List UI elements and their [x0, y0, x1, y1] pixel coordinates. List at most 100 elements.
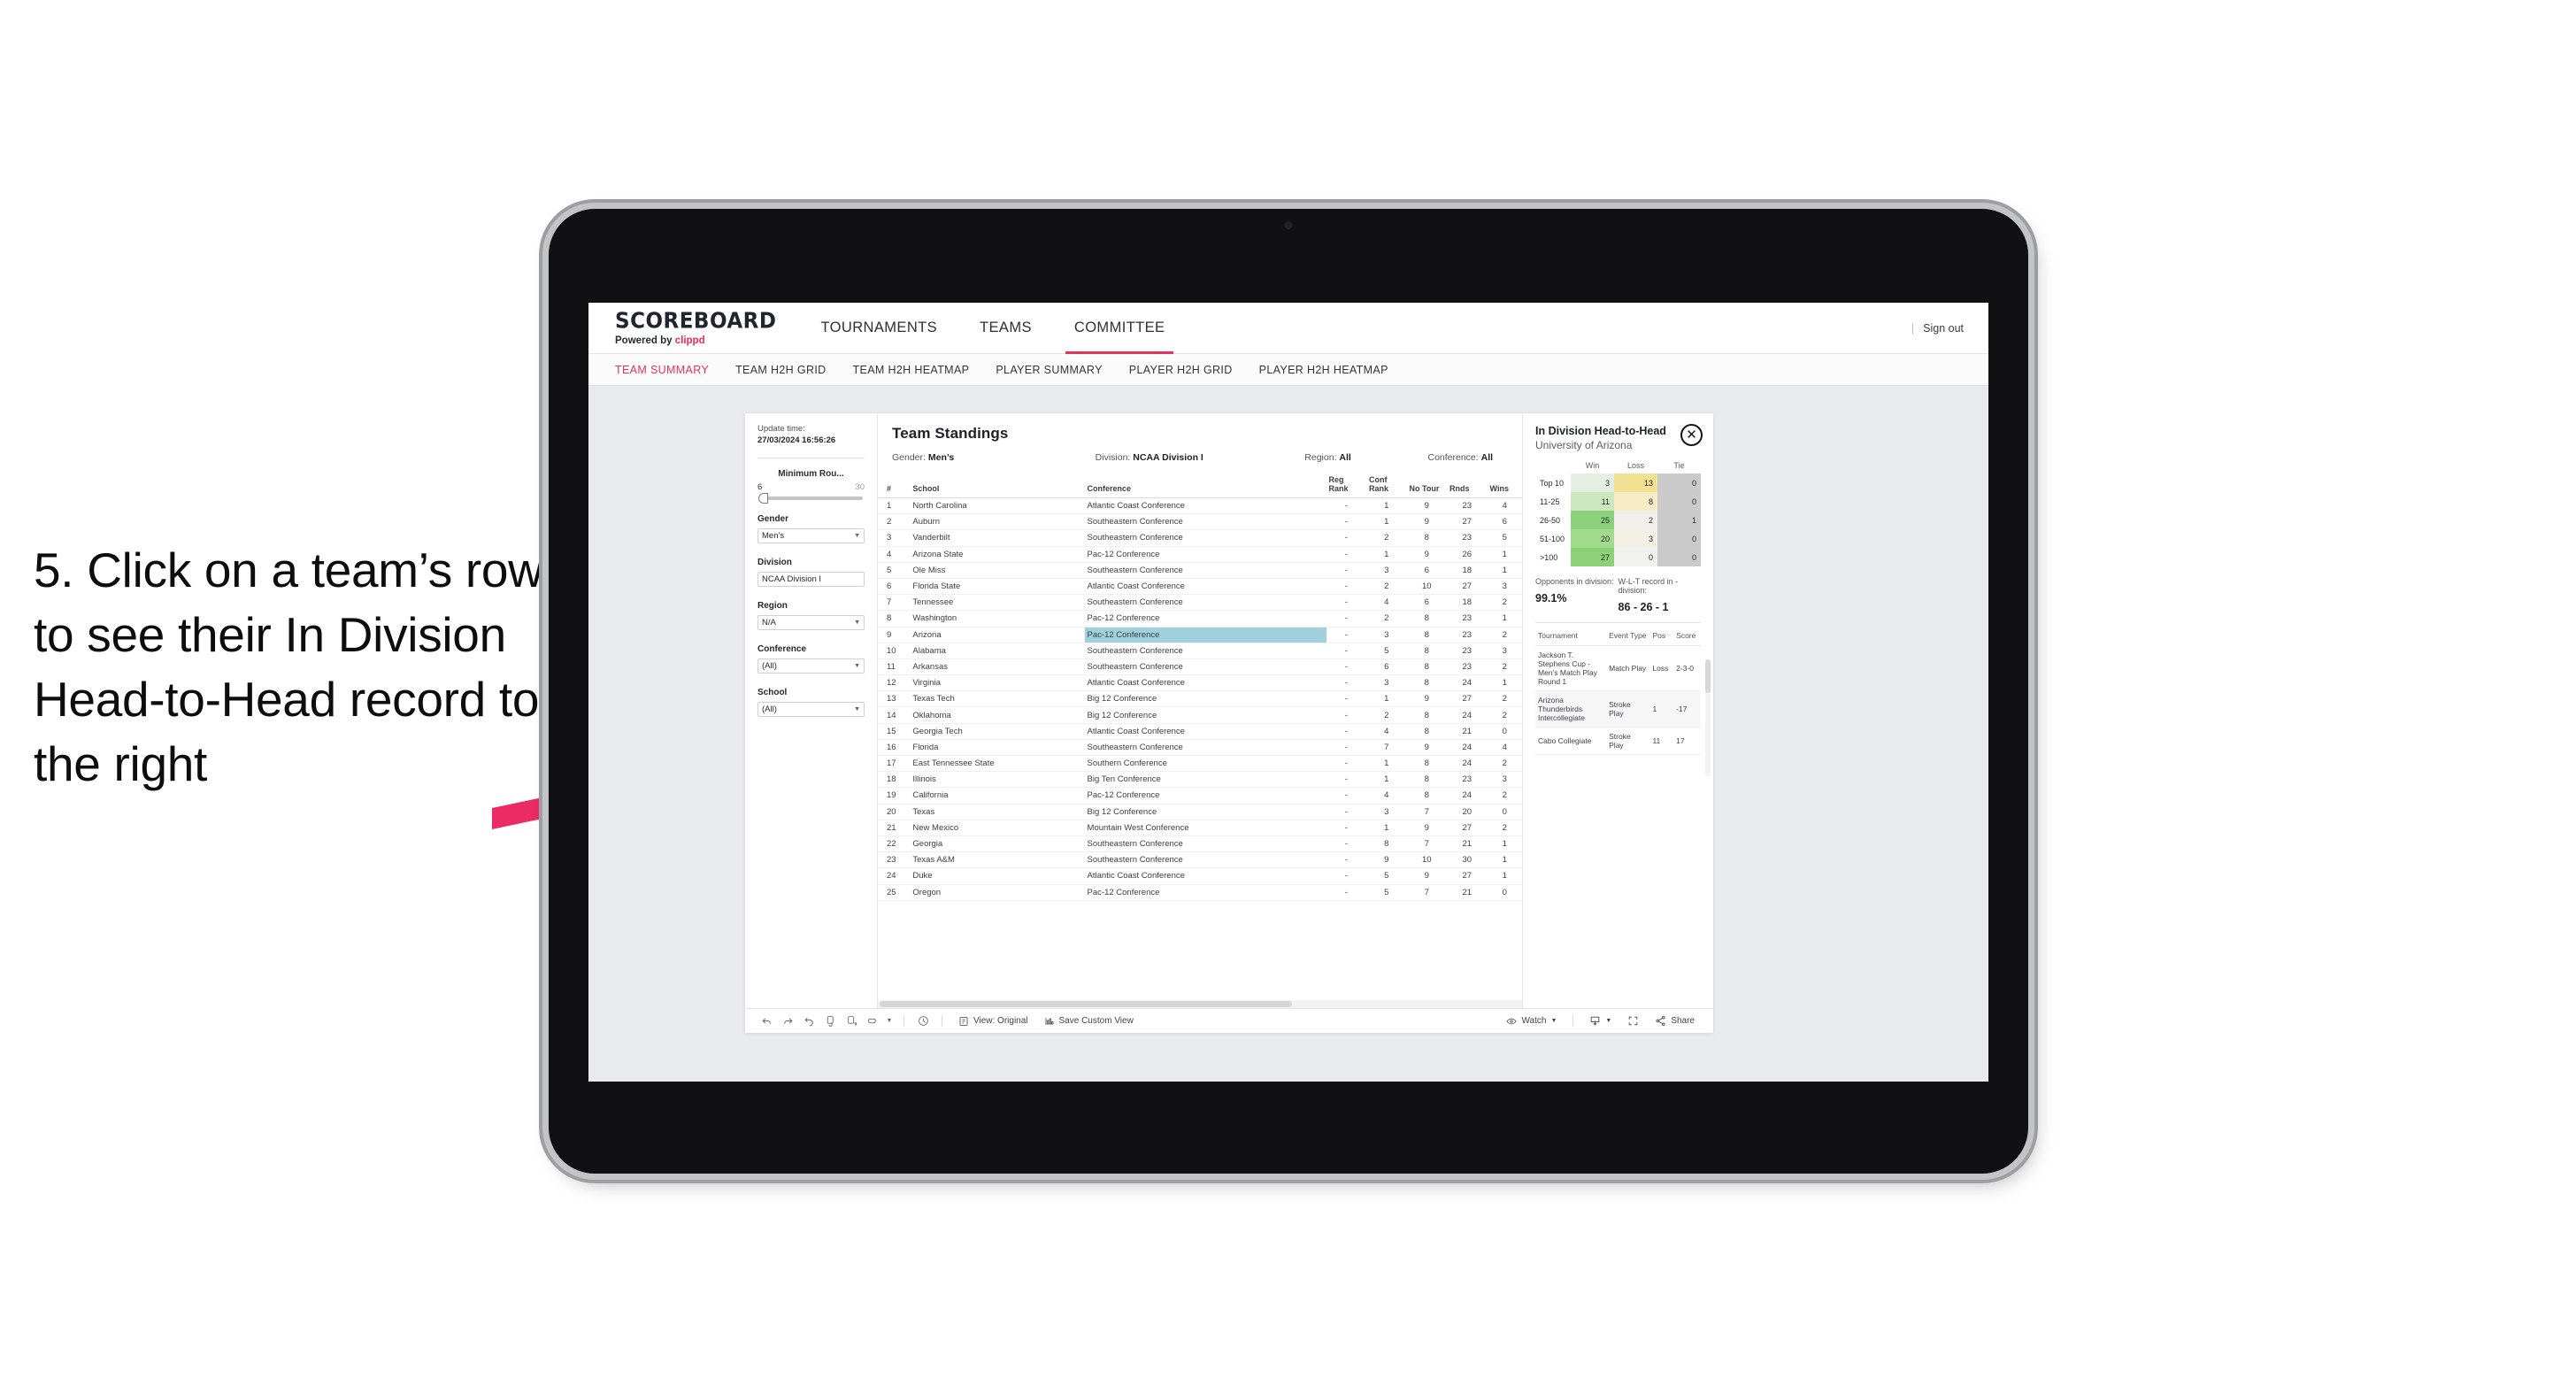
- view-original-button[interactable]: View: Original: [950, 1016, 1036, 1027]
- device-layout-icon[interactable]: [862, 1015, 883, 1027]
- share-button[interactable]: Share: [1647, 1015, 1703, 1027]
- col-wins[interactable]: Wins: [1487, 473, 1522, 498]
- col-rank[interactable]: #: [878, 473, 911, 498]
- table-row[interactable]: 22 Georgia Southeastern Conference -8 7 21 1: [878, 835, 1522, 853]
- table-row[interactable]: 20 Texas Big 12 Conference -3 7 20 0: [878, 804, 1522, 820]
- watch-button[interactable]: Watch ▼: [1498, 1016, 1565, 1027]
- cell-conference: Pac-12 Conference: [1084, 610, 1326, 628]
- chevron-down-icon: ▼: [1605, 1018, 1612, 1024]
- table-row[interactable]: 23 Texas A&M Southeastern Conference -9 10 30…: [878, 851, 1522, 869]
- heatmap-cell-win[interactable]: 20: [1571, 529, 1614, 548]
- close-icon[interactable]: ✕: [1680, 424, 1703, 446]
- tab-team-h2h-heatmap[interactable]: TEAM H2H HEATMAP: [853, 364, 970, 376]
- tab-player-summary[interactable]: PLAYER SUMMARY: [996, 364, 1102, 376]
- history-icon[interactable]: [912, 1015, 934, 1027]
- tab-team-h2h-grid[interactable]: TEAM H2H GRID: [735, 364, 826, 376]
- table-row[interactable]: 6 Florida State Atlantic Coast Conference -…: [878, 578, 1522, 596]
- table-row[interactable]: 15 Georgia Tech Atlantic Coast Conference -…: [878, 723, 1522, 740]
- tab-team-summary[interactable]: TEAM SUMMARY: [615, 364, 709, 376]
- table-row[interactable]: 9 Arizona Pac-12 Conference -3 8 23 2: [878, 627, 1522, 643]
- table-row[interactable]: 10 Alabama Southeastern Conference -5 8 23 3: [878, 643, 1522, 659]
- heatmap-cell-win[interactable]: 27: [1571, 548, 1614, 566]
- table-row[interactable]: 17 East Tennessee State Southern Conferenc…: [878, 755, 1522, 773]
- pause-auto-update-icon[interactable]: [841, 1015, 862, 1027]
- cell-conference: Southeastern Conference: [1084, 658, 1326, 676]
- redo-icon[interactable]: [777, 1015, 798, 1027]
- heatmap-cell-win[interactable]: 3: [1571, 474, 1614, 492]
- table-row[interactable]: 18 Illinois Big Ten Conference -1 8 23 3: [878, 771, 1522, 789]
- fullscreen-button[interactable]: [1619, 1015, 1647, 1027]
- horizontal-scrollbar-thumb[interactable]: [880, 1001, 1292, 1007]
- table-row[interactable]: 19 California Pac-12 Conference -4 8 24 2: [878, 787, 1522, 805]
- cell-school: California: [910, 787, 1085, 805]
- col-conference[interactable]: Conference: [1084, 473, 1326, 498]
- table-row[interactable]: 13 Texas Tech Big 12 Conference -1 9 27 2: [878, 690, 1522, 708]
- minimum-rounds-slider[interactable]: [758, 492, 863, 504]
- revert-icon[interactable]: [798, 1015, 819, 1027]
- col-conf-rank[interactable]: Conf Rank: [1366, 473, 1407, 498]
- heatmap-cell-tie[interactable]: 0: [1657, 492, 1701, 511]
- horizontal-scrollbar[interactable]: [878, 1000, 1522, 1008]
- conference-select-value: (All): [762, 660, 777, 671]
- table-row[interactable]: 16 Florida Southeastern Conference -7 9 24 4: [878, 739, 1522, 757]
- refresh-data-icon[interactable]: [819, 1015, 841, 1027]
- heatmap-cell-loss[interactable]: 2: [1614, 511, 1657, 529]
- table-row[interactable]: 25 Oregon Pac-12 Conference -5 7 21 0: [878, 884, 1522, 901]
- standings-header: Team Standings Gender: Men’s Division: N…: [878, 413, 1522, 473]
- heatmap-cell-tie[interactable]: 0: [1657, 474, 1701, 492]
- table-row[interactable]: 4 Arizona State Pac-12 Conference -1 9 26 1: [878, 546, 1522, 563]
- nav-item-committee[interactable]: COMMITTEE: [1053, 303, 1187, 354]
- slider-handle[interactable]: [758, 492, 768, 504]
- list-item[interactable]: Cabo Collegiate Stroke Play 11 17: [1535, 727, 1701, 755]
- table-row[interactable]: 24 Duke Atlantic Coast Conference -5 9 27 1: [878, 867, 1522, 885]
- heatmap-cell-loss[interactable]: 3: [1614, 529, 1657, 548]
- table-row[interactable]: 21 New Mexico Mountain West Conference -1 9 2…: [878, 820, 1522, 836]
- cell-rnds: 27: [1447, 820, 1488, 836]
- cell-wins: 2: [1487, 706, 1522, 724]
- download-button[interactable]: ▼: [1581, 1015, 1619, 1027]
- heatmap-cell-tie[interactable]: 1: [1657, 511, 1701, 529]
- gender-select[interactable]: Men’s ▼: [757, 527, 865, 543]
- tournament-scrollbar[interactable]: [1705, 659, 1711, 776]
- division-select[interactable]: NCAA Division I: [757, 571, 865, 587]
- table-row[interactable]: 12 Virginia Atlantic Coast Conference -3 8 24…: [878, 674, 1522, 692]
- cell-reg-rank: -: [1326, 690, 1367, 708]
- heatmap-cell-tie[interactable]: 0: [1657, 529, 1701, 548]
- cell-conference: Southeastern Conference: [1084, 513, 1326, 531]
- col-no-tour[interactable]: No Tour: [1406, 473, 1448, 498]
- list-item[interactable]: Jackson T. Stephens Cup - Men’s Match Pl…: [1535, 645, 1701, 691]
- nav-item-tournaments[interactable]: TOURNAMENTS: [800, 303, 959, 353]
- heatmap-cell-loss[interactable]: 13: [1614, 474, 1657, 492]
- heatmap-cell-win[interactable]: 25: [1571, 511, 1614, 529]
- table-row[interactable]: 14 Oklahoma Big 12 Conference -2 8 24 2: [878, 706, 1522, 724]
- sign-out-link[interactable]: Sign out: [1923, 322, 1964, 335]
- tournament-scrollbar-thumb[interactable]: [1705, 659, 1711, 693]
- table-row[interactable]: 2 Auburn Southeastern Conference -1 9 27 6: [878, 513, 1522, 531]
- tab-player-h2h-heatmap[interactable]: PLAYER H2H HEATMAP: [1259, 364, 1388, 376]
- col-rnds[interactable]: Rnds: [1447, 473, 1488, 498]
- heatmap-cell-loss[interactable]: 0: [1614, 548, 1657, 566]
- table-row[interactable]: 8 Washington Pac-12 Conference -2 8 23 1: [878, 610, 1522, 628]
- save-custom-view-button[interactable]: Save Custom View: [1036, 1016, 1142, 1027]
- nav-item-teams[interactable]: TEAMS: [958, 303, 1053, 353]
- cell-school: Illinois: [910, 771, 1085, 789]
- col-school[interactable]: School: [910, 473, 1085, 498]
- table-row[interactable]: 5 Ole Miss Southeastern Conference -3 6 18 1: [878, 562, 1522, 579]
- chevron-down-icon[interactable]: ▼: [883, 1018, 896, 1024]
- tab-player-h2h-grid[interactable]: PLAYER H2H GRID: [1129, 364, 1233, 376]
- col-reg-rank[interactable]: Reg Rank: [1326, 473, 1367, 498]
- undo-icon[interactable]: [756, 1015, 777, 1027]
- school-select[interactable]: (All) ▼: [757, 701, 865, 717]
- list-item[interactable]: Arizona Thunderbirds Intercollegiate Stro…: [1535, 690, 1701, 728]
- conference-select[interactable]: (All) ▼: [757, 658, 865, 674]
- chevron-down-icon: ▼: [1550, 1018, 1557, 1024]
- table-row[interactable]: 7 Tennessee Southeastern Conference -4 6 18 2: [878, 594, 1522, 612]
- region-select[interactable]: N/A ▼: [757, 614, 865, 630]
- table-row[interactable]: 3 Vanderbilt Southeastern Conference -2 8 23 5: [878, 529, 1522, 547]
- heatmap-cell-tie[interactable]: 0: [1657, 548, 1701, 566]
- table-row[interactable]: 11 Arkansas Southeastern Conference -6 8 23 2: [878, 658, 1522, 676]
- heatmap-cell-win[interactable]: 11: [1571, 492, 1614, 511]
- heatmap-cell-loss[interactable]: 8: [1614, 492, 1657, 511]
- standings-table-scroll[interactable]: # School Conference Reg Rank Conf Rank N…: [878, 473, 1522, 1000]
- table-row[interactable]: 1 North Carolina Atlantic Coast Conference…: [878, 497, 1522, 515]
